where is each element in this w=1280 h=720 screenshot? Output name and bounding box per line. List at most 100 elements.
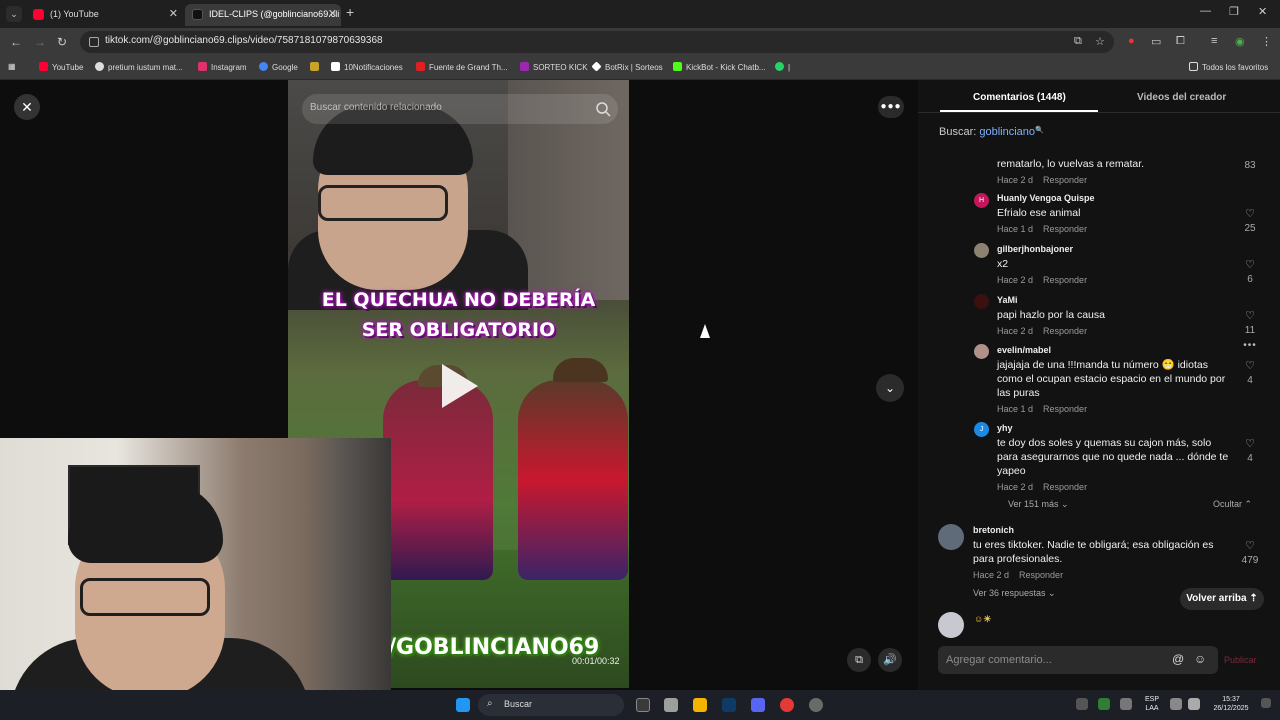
extension-record-icon[interactable]: ● — [1128, 35, 1135, 47]
comment-username[interactable]: YaMi — [997, 295, 1018, 305]
mention-icon[interactable]: @ — [1172, 652, 1184, 666]
bookmark-kickbot[interactable]: KickBot - Kick Chatb... — [673, 62, 766, 72]
close-tab-icon[interactable]: ✕ — [169, 4, 178, 24]
avatar[interactable] — [938, 612, 964, 638]
back-icon[interactable]: ← — [10, 35, 22, 49]
comment-username[interactable]: yhy — [997, 423, 1013, 433]
bookmark-sorteo-kick[interactable]: SORTEO KICK — [520, 62, 588, 72]
photoshop-icon[interactable] — [722, 698, 736, 712]
bookmark-google[interactable]: Google — [259, 62, 298, 72]
tab-creator-videos[interactable]: Videos del creador — [1137, 92, 1226, 103]
app-icon[interactable] — [664, 698, 678, 712]
bookmark-pinwheel[interactable] — [310, 62, 323, 72]
tab-tiktok[interactable]: IDEL-CLIPS (@goblinciano69.cli ✕ — [185, 4, 341, 26]
heart-icon[interactable]: ♡ — [1242, 309, 1258, 322]
heart-icon[interactable]: ♡ — [1242, 359, 1258, 372]
next-video-button[interactable]: ⌄ — [876, 374, 904, 402]
task-view-icon[interactable] — [636, 698, 650, 712]
bookmark-star-icon[interactable]: ☆ — [1095, 35, 1105, 48]
add-comment-input[interactable]: Agregar comentario... @ ☺ — [938, 646, 1218, 674]
close-window-icon[interactable]: ✕ — [1258, 5, 1267, 18]
bookmark-whatsapp[interactable]: | — [775, 62, 790, 72]
clock[interactable]: 15:37 26/12/2025 — [1208, 695, 1254, 713]
profile-avatar[interactable]: ◉ — [1235, 35, 1245, 48]
view-replies[interactable]: Ver 36 respuestas ⌄ — [973, 588, 1056, 599]
tab-comments[interactable]: Comentarios (1448) — [973, 92, 1066, 103]
hide-replies[interactable]: Ocultar ⌃ — [1213, 499, 1252, 510]
taskbar-search[interactable]: ⌕ Buscar — [478, 694, 624, 716]
view-more-replies[interactable]: Ver 151 más ⌄ — [1008, 499, 1069, 510]
all-bookmarks-folder[interactable]: Todos los favoritos — [1189, 62, 1268, 72]
chrome-icon[interactable] — [780, 698, 794, 712]
tray-icon[interactable] — [1076, 698, 1088, 710]
browser-menu-icon[interactable]: ⋮ — [1261, 35, 1272, 48]
windows-start-icon[interactable] — [456, 698, 470, 712]
comment-username[interactable]: gilberjhonbajoner — [997, 244, 1073, 254]
bookmark-gta[interactable]: Fuente de Grand Th... — [416, 62, 508, 72]
gta-icon — [416, 62, 425, 71]
back-to-top-button[interactable]: Volver arriba ⇡ — [1180, 588, 1264, 610]
bookmark-youtube[interactable]: YouTube — [39, 62, 83, 72]
discord-icon[interactable] — [751, 698, 765, 712]
minimize-icon[interactable]: — — [1200, 5, 1211, 17]
notifications-icon[interactable] — [1261, 698, 1271, 708]
search-icon[interactable] — [594, 100, 612, 118]
close-viewer-button[interactable]: ✕ — [14, 94, 40, 120]
reply-button[interactable]: Responder — [1043, 326, 1087, 336]
media-control-icon[interactable]: ≡ — [1211, 35, 1217, 47]
reply-button[interactable]: Responder — [1043, 224, 1087, 234]
volume-button[interactable]: 🔊 — [878, 648, 902, 672]
site-info-icon[interactable] — [89, 37, 99, 47]
more-options-icon[interactable]: ••• — [1242, 340, 1258, 351]
related-search-input[interactable]: Buscar contenido relacionado — [302, 94, 618, 124]
post-comment-button[interactable]: Publicar — [1224, 655, 1257, 665]
app-icon[interactable] — [809, 698, 823, 712]
extension-icon[interactable]: ▭ — [1151, 35, 1161, 48]
search-suggestion[interactable]: Buscar: goblinciano🔍 — [939, 126, 1044, 138]
avatar[interactable]: H — [974, 193, 989, 208]
reply-button[interactable]: Responder — [1019, 570, 1063, 580]
reply-button[interactable]: Responder — [1043, 275, 1087, 285]
avatar[interactable] — [974, 294, 989, 309]
new-tab-button[interactable]: + — [346, 4, 354, 20]
file-explorer-icon[interactable] — [693, 698, 707, 712]
bookmark-botrix[interactable]: BotRix | Sorteos — [591, 61, 663, 72]
extensions-puzzle-icon[interactable]: ⧠ — [1176, 35, 1185, 48]
more-options-button[interactable]: ●●● — [878, 96, 904, 118]
tab-search-button[interactable]: ⌄ — [6, 6, 22, 22]
install-app-icon[interactable]: ⧉ — [1074, 35, 1082, 48]
tab-youtube[interactable]: (1) YouTube ✕ — [26, 4, 182, 26]
emoji-icon[interactable]: ☺ — [1194, 652, 1206, 666]
network-icon[interactable] — [1170, 698, 1182, 710]
restore-icon[interactable]: ❐ — [1229, 5, 1239, 18]
play-icon[interactable] — [442, 364, 478, 408]
comment-username[interactable]: bretonich — [973, 525, 1014, 535]
apps-grid-icon[interactable]: ▦ — [8, 62, 16, 71]
avatar[interactable] — [974, 344, 989, 359]
bookmark-instagram[interactable]: Instagram — [198, 62, 247, 72]
reply-button[interactable]: Responder — [1043, 482, 1087, 492]
avatar[interactable]: J — [974, 422, 989, 437]
keyboard-language[interactable]: ESP LAA — [1140, 695, 1164, 713]
avatar[interactable] — [974, 243, 989, 258]
reply-button[interactable]: Responder — [1043, 175, 1087, 185]
reload-icon[interactable]: ↻ — [57, 35, 67, 49]
bookmark-x[interactable]: 10Notificaciones — [331, 62, 403, 72]
comment-username[interactable]: Huanly Vengoa Quispe — [997, 193, 1095, 203]
tray-icon[interactable] — [1098, 698, 1110, 710]
forward-icon[interactable]: → — [34, 35, 46, 49]
heart-icon[interactable]: ♡ — [1242, 258, 1258, 271]
heart-icon[interactable]: ♡ — [1242, 437, 1258, 450]
search-suggestion-link[interactable]: goblinciano — [979, 126, 1035, 138]
close-tab-icon[interactable]: ✕ — [328, 4, 337, 24]
avatar[interactable] — [938, 524, 964, 550]
address-bar[interactable]: tiktok.com/@goblinciano69.clips/video/75… — [80, 31, 1114, 53]
bookmark-pretium[interactable]: pretium iustum mat... — [95, 62, 183, 72]
picture-in-picture-button[interactable]: ⧉ — [847, 648, 871, 672]
heart-icon[interactable]: ♡ — [1242, 207, 1258, 220]
heart-icon[interactable]: ♡ — [1242, 539, 1258, 552]
reply-button[interactable]: Responder — [1043, 404, 1087, 414]
microphone-icon[interactable] — [1120, 698, 1132, 710]
comment-username[interactable]: evelin/mabel — [997, 345, 1051, 355]
volume-icon[interactable] — [1188, 698, 1200, 710]
